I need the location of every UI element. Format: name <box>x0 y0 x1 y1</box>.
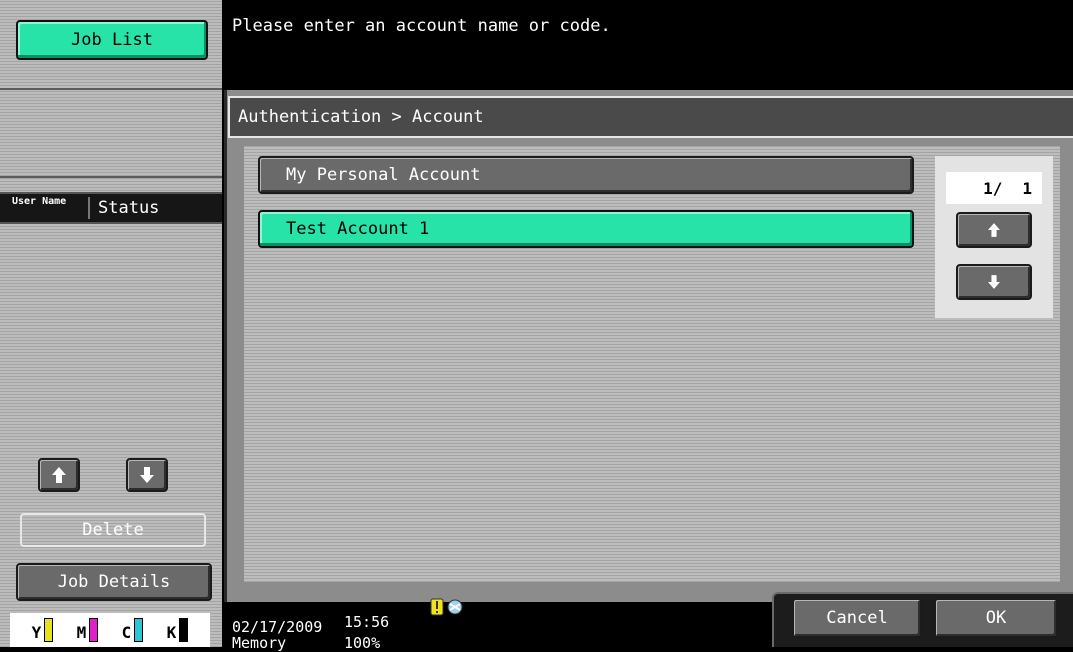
job-list-label: Job List <box>71 30 153 50</box>
toner-level-indicator: Y M C K <box>10 613 210 647</box>
job-list-button[interactable]: Job List <box>16 20 208 60</box>
page-current: 1/ <box>983 178 1003 198</box>
toner-bar-magenta <box>89 618 99 642</box>
toner-bar-black <box>179 618 189 642</box>
page-up-button[interactable] <box>956 212 1032 248</box>
account-label: Test Account 1 <box>286 219 430 239</box>
toner-yellow: Y <box>32 618 54 642</box>
job-table-header: User Name Status <box>0 192 222 224</box>
ok-label: OK <box>985 608 1007 628</box>
job-details-label: Job Details <box>57 572 171 592</box>
status-time: 15:56 <box>344 613 390 631</box>
job-scroll-up-button[interactable] <box>38 458 80 492</box>
arrow-down-icon <box>140 467 154 483</box>
toner-label: C <box>121 623 132 642</box>
status-icons <box>430 598 464 616</box>
toner-black: K <box>167 618 189 642</box>
cancel-label: Cancel <box>826 608 888 628</box>
column-status: Status <box>98 198 160 218</box>
instruction-message: Please enter an account name or code. <box>232 16 611 36</box>
toner-label: K <box>166 623 177 642</box>
job-details-button[interactable]: Job Details <box>16 563 212 601</box>
toner-cyan: C <box>122 618 144 642</box>
account-item-my-personal-account[interactable]: My Personal Account <box>258 156 914 194</box>
memory-label: Memory <box>232 634 287 652</box>
page-indicator: 1/ 1 <box>946 172 1042 204</box>
account-label: My Personal Account <box>286 165 481 185</box>
page-total: 1 <box>1022 178 1032 198</box>
arrow-up-icon <box>52 467 66 483</box>
memory-value: 100% <box>344 634 381 652</box>
arrow-down-icon <box>988 275 1000 289</box>
network-icon <box>447 599 463 615</box>
job-scroll-down-button[interactable] <box>126 458 168 492</box>
toner-bar-yellow <box>44 618 54 642</box>
toner-label: Y <box>31 623 42 642</box>
toner-magenta: M <box>77 618 99 642</box>
toner-label: M <box>76 623 87 642</box>
delete-button[interactable]: Delete <box>20 513 206 547</box>
sidebar-divider <box>0 176 222 178</box>
page-down-button[interactable] <box>956 264 1032 300</box>
breadcrumb: Authentication > Account <box>228 96 1073 138</box>
delete-label: Delete <box>82 520 144 540</box>
ok-button[interactable]: OK <box>934 598 1058 638</box>
breadcrumb-text: Authentication > Account <box>238 107 484 127</box>
arrow-up-icon <box>988 223 1000 237</box>
toner-bar-cyan <box>134 618 144 642</box>
account-item-test-account-1[interactable]: Test Account 1 <box>258 210 914 248</box>
column-user-name: User Name <box>0 197 90 219</box>
warning-key-icon <box>430 598 444 616</box>
sidebar-divider <box>0 88 222 90</box>
job-sidebar <box>0 0 222 647</box>
cancel-button[interactable]: Cancel <box>792 598 922 638</box>
